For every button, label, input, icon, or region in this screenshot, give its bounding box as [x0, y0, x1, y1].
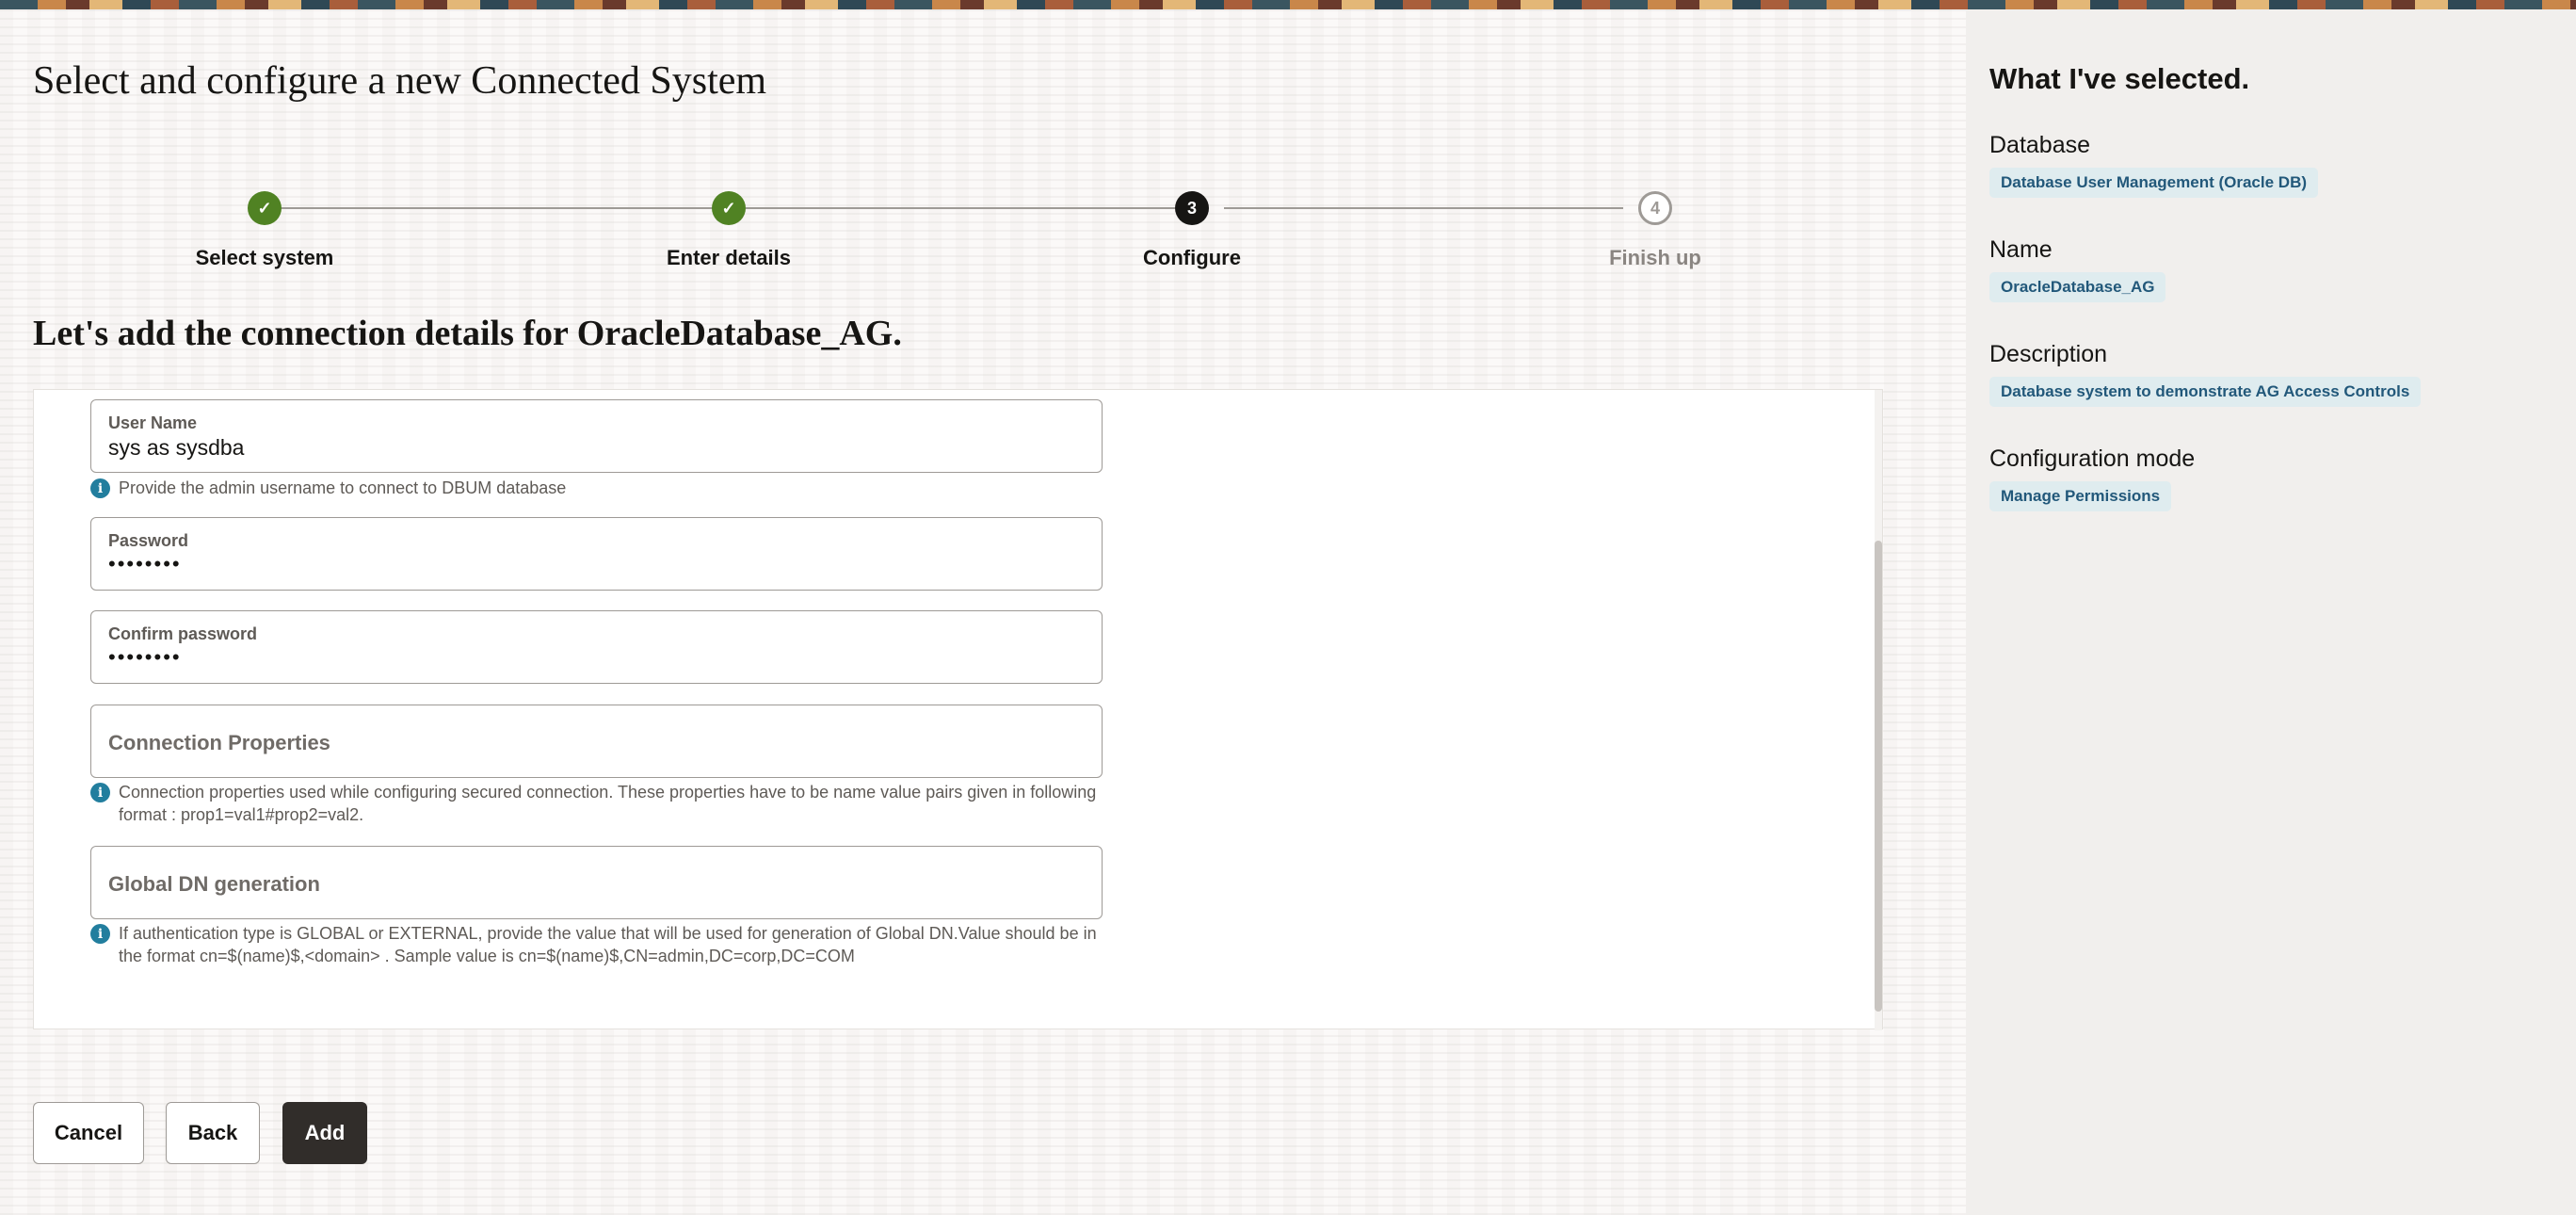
step-connector — [281, 207, 727, 209]
summary-name-value: OracleDatabase_AG — [1989, 272, 2166, 302]
step-4-label: Finish up — [1609, 246, 1701, 269]
cancel-button[interactable]: Cancel — [33, 1102, 144, 1164]
username-field[interactable]: User Name sys as sysdba — [90, 399, 1103, 473]
section-title: Let's add the connection details for Ora… — [33, 314, 902, 353]
step-3-label: Configure — [1143, 246, 1241, 269]
connection-properties-field[interactable]: Connection Properties — [90, 705, 1103, 778]
summary-config-mode-label: Configuration mode — [1989, 446, 2196, 472]
form-scrollbar[interactable] — [1875, 390, 1882, 1030]
add-button[interactable]: Add — [282, 1102, 367, 1164]
page-title: Select and configure a new Connected Sys… — [33, 59, 767, 103]
summary-name-label: Name — [1989, 236, 2053, 263]
summary-description-label: Description — [1989, 341, 2108, 367]
step-2-label: Enter details — [666, 246, 792, 269]
connection-properties-help: i Connection properties used while confi… — [90, 781, 1107, 826]
global-dn-field[interactable]: Global DN generation — [90, 846, 1103, 919]
username-help-text: Provide the admin username to connect to… — [119, 478, 567, 497]
password-value[interactable]: •••••••• — [108, 552, 182, 576]
confirm-password-label: Confirm password — [108, 624, 258, 643]
confirm-password-value[interactable]: •••••••• — [108, 645, 182, 670]
step-4-indicator: 4 — [1638, 191, 1672, 225]
step-3-indicator: 3 — [1175, 191, 1209, 225]
summary-database-value: Database User Management (Oracle DB) — [1989, 168, 2319, 198]
global-dn-help: i If authentication type is GLOBAL or EX… — [90, 922, 1107, 967]
summary-config-mode-value: Manage Permissions — [1989, 481, 2172, 511]
global-dn-help-text: If authentication type is GLOBAL or EXTE… — [119, 924, 1097, 965]
connection-details-form: User Name sys as sysdba i Provide the ad… — [33, 389, 1883, 1030]
password-field[interactable]: Password •••••••• — [90, 517, 1103, 591]
step-1-label: Select system — [195, 246, 334, 269]
step-1-check-icon: ✓ — [248, 191, 282, 225]
summary-title: What I've selected. — [1989, 62, 2250, 95]
connection-properties-placeholder: Connection Properties — [108, 731, 330, 754]
global-dn-placeholder: Global DN generation — [108, 872, 320, 896]
username-value[interactable]: sys as sysdba — [108, 435, 244, 461]
step-connector — [746, 207, 1175, 209]
selection-summary-panel: What I've selected. Database Database Us… — [1966, 9, 2576, 1215]
step-2-check-icon: ✓ — [712, 191, 746, 225]
info-icon: i — [90, 783, 110, 802]
confirm-password-field[interactable]: Confirm password •••••••• — [90, 610, 1103, 684]
username-help: i Provide the admin username to connect … — [90, 477, 1107, 499]
step-connector — [1224, 207, 1623, 209]
info-icon: i — [90, 478, 110, 498]
decorative-banner — [0, 0, 2576, 9]
summary-database-label: Database — [1989, 132, 2091, 158]
summary-description-value: Database system to demonstrate AG Access… — [1989, 377, 2422, 407]
info-icon: i — [90, 924, 110, 944]
form-scrollbar-thumb[interactable] — [1875, 541, 1882, 1012]
wizard-stepper: ✓ Select system ✓ Enter details 3 Config… — [0, 184, 1966, 287]
back-button[interactable]: Back — [166, 1102, 260, 1164]
username-label: User Name — [108, 413, 198, 432]
password-label: Password — [108, 531, 189, 550]
connection-properties-help-text: Connection properties used while configu… — [119, 783, 1097, 824]
main-content: Select and configure a new Connected Sys… — [0, 9, 1966, 1215]
